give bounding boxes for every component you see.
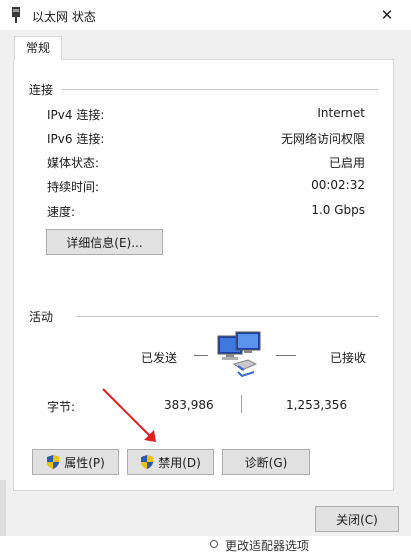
uac-shield-icon [141, 455, 154, 469]
bytes-sent-value: 383,986 [164, 398, 214, 412]
uac-shield-icon [47, 455, 60, 469]
change-adapter-options-link[interactable]: 更改适配器选项 [225, 537, 309, 554]
tab-general[interactable]: 常规 [14, 36, 62, 60]
duration-label: 持续时间: [47, 180, 100, 194]
speed-label: 速度: [47, 205, 76, 219]
media-state-value: 已启用 [328, 156, 365, 170]
title-bar: 以太网 状态 ✕ [0, 0, 411, 30]
connection-heading: 连接 [29, 83, 54, 97]
close-button-label: 关闭(C) [336, 512, 378, 527]
speed-value: 1.0 Gbps [311, 203, 365, 217]
sent-label: 已发送 [141, 351, 178, 365]
bytes-received-value: 1,253,356 [286, 398, 348, 412]
activity-heading: 活动 [29, 310, 54, 324]
window-close-button[interactable]: ✕ [372, 3, 402, 27]
ipv6-value: 无网络访问权限 [280, 132, 365, 146]
background-window-strip [0, 536, 411, 550]
background-window-edge [0, 480, 6, 536]
disable-button-label: 禁用(D) [158, 455, 201, 470]
bytes-label: 字节: [47, 400, 76, 414]
details-button[interactable]: 详细信息(E)... [46, 229, 163, 255]
bytes-separator [241, 395, 242, 413]
media-state-label: 媒体状态: [47, 156, 100, 170]
properties-button-label: 属性(P) [64, 455, 105, 470]
network-adapter-icon [12, 7, 20, 23]
window-title: 以太网 状态 [32, 10, 96, 24]
sent-dash [194, 355, 208, 356]
tab-panel [13, 59, 394, 491]
details-button-label: 详细信息(E)... [66, 235, 143, 250]
ipv6-label: IPv6 连接: [47, 132, 105, 146]
received-label: 已接收 [330, 351, 367, 365]
properties-button[interactable]: 属性(P) [32, 449, 119, 475]
received-dash [276, 355, 296, 356]
connection-divider [62, 89, 378, 90]
close-button[interactable]: 关闭(C) [315, 506, 399, 532]
diagnose-button[interactable]: 诊断(G) [222, 449, 310, 475]
ipv4-value: Internet [317, 106, 365, 120]
activity-divider [76, 316, 378, 317]
bullet-icon [210, 540, 218, 548]
ipv4-label: IPv4 连接: [47, 108, 105, 122]
disable-button[interactable]: 禁用(D) [127, 449, 214, 475]
network-computers-icon [217, 331, 261, 378]
duration-value: 00:02:32 [311, 178, 365, 192]
diagnose-button-label: 诊断(G) [244, 455, 288, 470]
